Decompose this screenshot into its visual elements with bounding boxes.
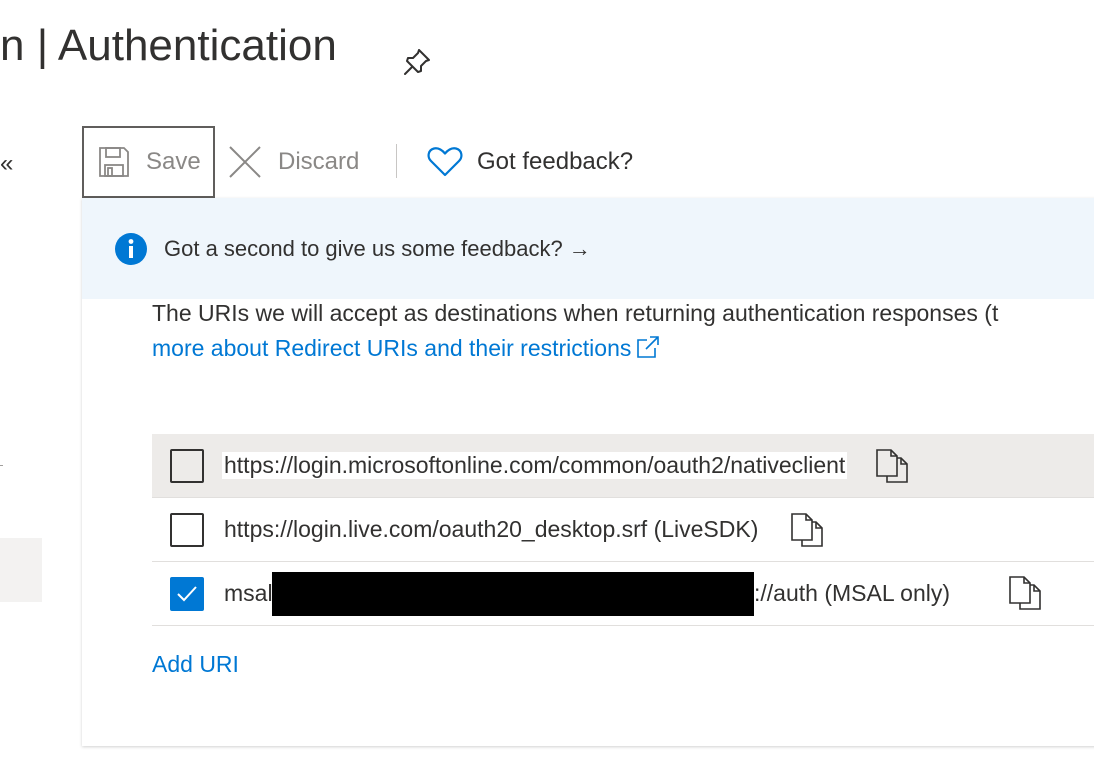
info-icon <box>115 232 147 265</box>
uri-checkbox[interactable] <box>170 448 204 483</box>
list-item[interactable]: msal ://auth (MSAL only) <box>152 562 1094 626</box>
redirect-description: The URIs we will accept as destinations … <box>152 296 1094 366</box>
banner-message: Got a second to give us some feedback? → <box>164 235 591 261</box>
toolbar-divider <box>396 144 397 178</box>
list-item[interactable]: https://login.microsoftonline.com/common… <box>152 434 1094 498</box>
external-link-icon[interactable] <box>635 334 661 360</box>
list-item[interactable]: https://login.live.com/oauth20_desktop.s… <box>152 498 1094 562</box>
heart-icon <box>427 147 463 177</box>
save-label: Save <box>146 148 201 175</box>
checkmark-icon <box>177 585 197 601</box>
feedback-button[interactable]: Got feedback? <box>427 126 633 198</box>
uri-value[interactable]: https://login.microsoftonline.com/common… <box>222 452 848 479</box>
feedback-banner[interactable]: Got a second to give us some feedback? → <box>82 198 1094 299</box>
redirect-uris-card: Got a second to give us some feedback? →… <box>82 198 1094 746</box>
page-title: n | Authentication <box>0 21 337 70</box>
sidebar-divider <box>0 465 3 466</box>
copy-icon[interactable] <box>790 512 824 548</box>
redirect-uri-list: https://login.microsoftonline.com/common… <box>152 434 1094 626</box>
copy-icon[interactable] <box>1008 575 1042 611</box>
uri-value[interactable]: https://login.live.com/oauth20_desktop.s… <box>222 516 760 543</box>
discard-label: Discard <box>278 148 360 175</box>
pin-icon[interactable] <box>401 32 433 75</box>
page-title-row: n | Authentication <box>0 14 430 78</box>
uri-checkbox[interactable] <box>170 512 204 547</box>
discard-button[interactable]: Discard <box>228 126 359 198</box>
uri-value-suffix[interactable]: ://auth (MSAL only) <box>754 580 950 607</box>
sidebar-item-selected[interactable] <box>0 538 42 602</box>
copy-icon[interactable] <box>875 448 909 484</box>
save-icon <box>99 147 129 177</box>
learn-more-link[interactable]: more about Redirect URIs and their restr… <box>152 335 631 361</box>
redacted-block <box>272 572 754 616</box>
command-bar: Save Discard Got feedback? <box>82 126 1094 198</box>
collapse-sidebar-button[interactable]: « <box>0 150 13 178</box>
feedback-label: Got feedback? <box>477 148 634 175</box>
uri-value-prefix[interactable]: msal <box>222 580 275 607</box>
save-button[interactable]: Save <box>82 126 215 198</box>
description-text: The URIs we will accept as destinations … <box>152 300 999 326</box>
add-uri-link[interactable]: Add URI <box>152 651 239 678</box>
uri-checkbox-checked[interactable] <box>170 576 204 611</box>
close-icon <box>229 146 261 178</box>
